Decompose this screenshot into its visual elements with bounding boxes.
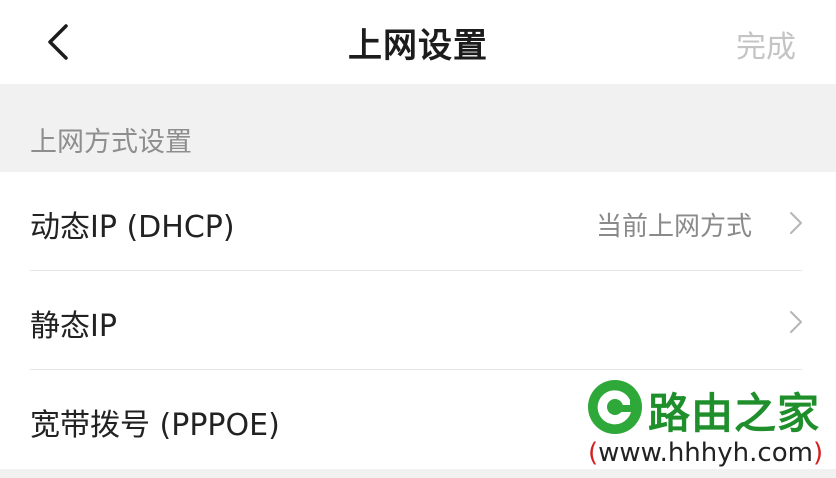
row-label: 动态IP (DHCP) [30,210,235,245]
section-header: 上网方式设置 [0,84,836,172]
row-label: 静态IP [30,309,117,344]
row-label: 宽带拨号 (PPPOE) [30,408,280,443]
watermark-brand: 路由之家 [648,389,821,438]
watermark: 路由之家 (www.hhhyh.com) [586,378,836,478]
section-title: 上网方式设置 [30,127,192,158]
navigation-bar: 上网设置 完成 [0,0,836,84]
chevron-right-icon [790,212,802,234]
page: 上网设置 完成 上网方式设置 动态IP (DHCP) 当前上网方式 静态IP 宽… [0,0,836,478]
watermark-url: (www.hhhyh.com) [588,438,824,468]
row-dhcp[interactable]: 动态IP (DHCP) 当前上网方式 [0,172,836,271]
page-title: 上网设置 [348,26,488,66]
router-home-logo-icon [588,380,642,434]
current-mode-label: 当前上网方式 [595,212,752,242]
done-button[interactable]: 完成 [736,22,796,66]
chevron-right-icon [790,311,802,333]
row-static-ip[interactable]: 静态IP [0,271,836,370]
